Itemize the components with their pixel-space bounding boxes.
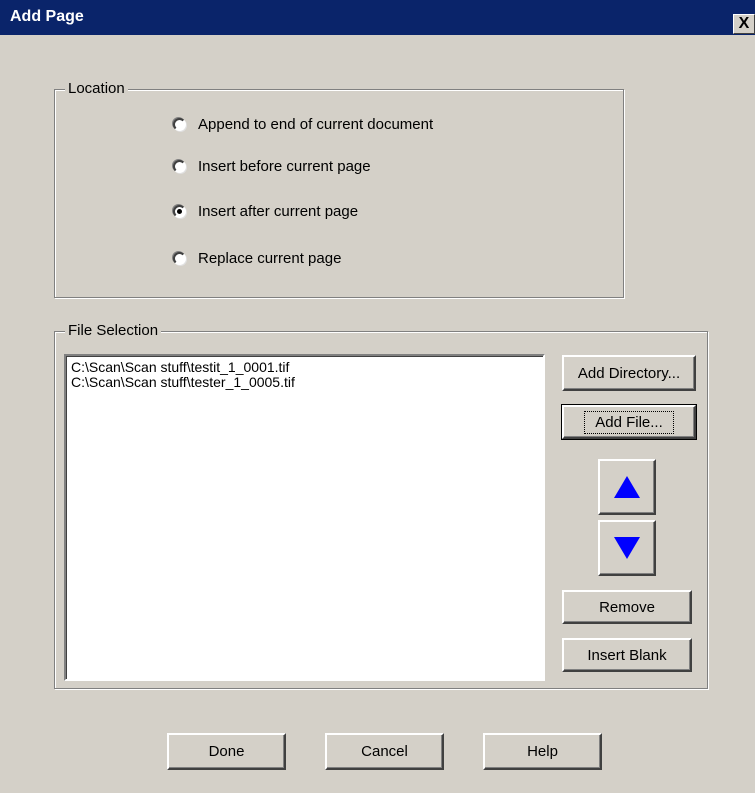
- radio-insert-after[interactable]: Insert after current page: [173, 203, 358, 220]
- arrow-down-icon: [614, 537, 640, 559]
- cancel-label: Cancel: [361, 743, 408, 760]
- radio-button[interactable]: [173, 252, 186, 265]
- title-bar: Add Page: [0, 0, 755, 35]
- file-selection-legend: File Selection: [65, 322, 162, 340]
- add-file-button[interactable]: Add File...: [561, 404, 697, 440]
- radio-button-selected[interactable]: [173, 205, 186, 218]
- help-label: Help: [527, 743, 558, 760]
- radio-button[interactable]: [173, 118, 186, 131]
- radio-label: Replace current page: [198, 250, 342, 267]
- radio-label: Insert before current page: [198, 158, 371, 175]
- radio-button[interactable]: [173, 160, 186, 173]
- radio-replace[interactable]: Replace current page: [173, 250, 341, 267]
- insert-blank-button[interactable]: Insert Blank: [562, 638, 692, 672]
- done-button[interactable]: Done: [167, 733, 286, 770]
- list-item[interactable]: C:\Scan\Scan stuff\tester_1_0005.tif: [71, 375, 538, 390]
- done-label: Done: [208, 743, 245, 760]
- close-icon: X: [738, 15, 750, 32]
- move-up-button[interactable]: [598, 459, 656, 515]
- radio-label: Append to end of current document: [198, 116, 434, 133]
- radio-insert-before[interactable]: Insert before current page: [173, 158, 371, 175]
- close-button[interactable]: X: [733, 14, 755, 34]
- move-down-button[interactable]: [598, 520, 656, 576]
- list-item[interactable]: C:\Scan\Scan stuff\testit_1_0001.tif: [71, 360, 538, 375]
- window-title: Add Page: [10, 8, 84, 25]
- remove-label: Remove: [599, 598, 655, 616]
- arrow-up-icon: [614, 476, 640, 498]
- radio-label: Insert after current page: [198, 203, 359, 220]
- cancel-button[interactable]: Cancel: [325, 733, 444, 770]
- radio-append-end[interactable]: Append to end of current document: [173, 116, 433, 133]
- location-legend: Location: [65, 80, 128, 98]
- remove-button[interactable]: Remove: [562, 590, 692, 624]
- add-directory-label: Add Directory...: [577, 364, 681, 382]
- help-button[interactable]: Help: [483, 733, 602, 770]
- add-directory-button[interactable]: Add Directory...: [562, 355, 696, 391]
- file-list[interactable]: C:\Scan\Scan stuff\testit_1_0001.tif C:\…: [64, 354, 545, 681]
- add-file-label: Add File...: [584, 410, 674, 434]
- insert-blank-label: Insert Blank: [587, 646, 667, 664]
